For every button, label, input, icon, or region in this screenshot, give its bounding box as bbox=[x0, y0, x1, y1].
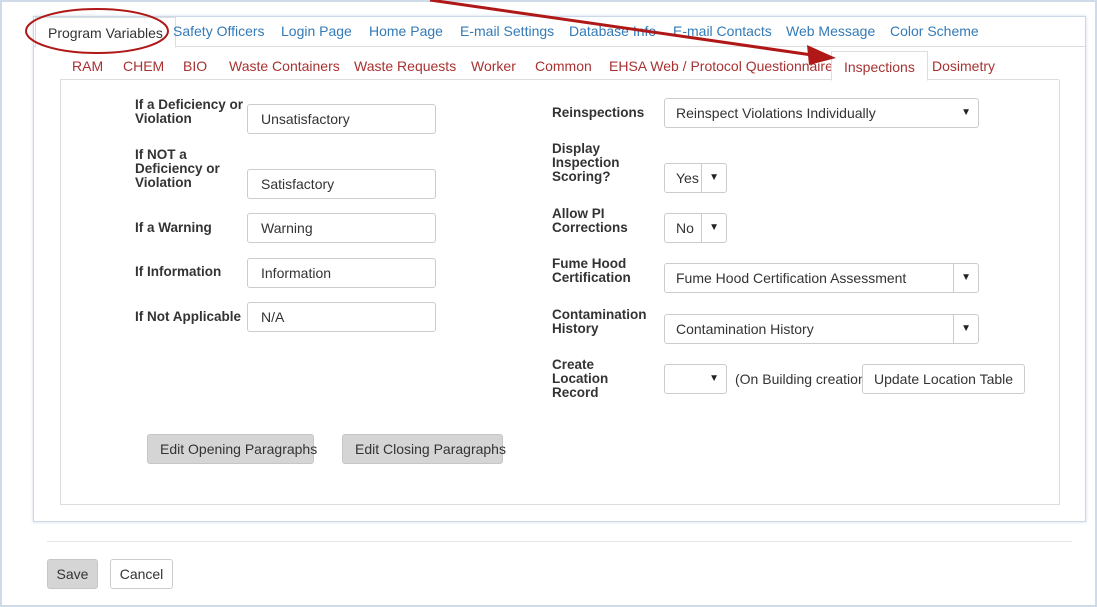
tab-safety-officers[interactable]: Safety Officers bbox=[173, 23, 265, 47]
label-not-deficiency: If NOT a Deficiency or Violation bbox=[135, 147, 220, 190]
fume-hood-select[interactable]: Fume Hood Certification Assessment ▼ bbox=[664, 263, 979, 293]
save-button[interactable]: Save bbox=[47, 559, 98, 589]
tab-web-message[interactable]: Web Message bbox=[786, 23, 875, 47]
warning-input[interactable]: Warning bbox=[247, 213, 436, 243]
label-fume-hood: Fume Hood Certification bbox=[552, 256, 631, 285]
chevron-down-icon: ▼ bbox=[961, 107, 971, 118]
label-contamination: Contamination History bbox=[552, 307, 647, 336]
settings-panel: Program Variables Safety Officers Login … bbox=[33, 16, 1086, 522]
subtab-worker[interactable]: Worker bbox=[471, 58, 516, 74]
contamination-value: Contamination History bbox=[676, 321, 814, 337]
subtab-waste-requests[interactable]: Waste Requests bbox=[354, 58, 456, 74]
chevron-down-icon: ▼ bbox=[709, 373, 719, 384]
display-scoring-select[interactable]: Yes ▼ bbox=[664, 163, 727, 193]
allow-pi-value: No bbox=[676, 220, 694, 236]
label-create-location: Create Location Record bbox=[552, 357, 609, 400]
select-divider bbox=[953, 315, 954, 343]
subtab-common[interactable]: Common bbox=[535, 58, 592, 74]
subtab-inspections[interactable]: Inspections bbox=[831, 51, 928, 81]
reinspections-value: Reinspect Violations Individually bbox=[676, 105, 876, 121]
update-location-table-button[interactable]: Update Location Table bbox=[862, 364, 1026, 394]
label-not-applicable: If Not Applicable bbox=[135, 309, 242, 324]
top-tab-bar: Program Variables Safety Officers Login … bbox=[34, 17, 1085, 48]
select-divider bbox=[701, 164, 702, 192]
label-deficiency: If a Deficiency or Violation bbox=[135, 97, 244, 126]
subtab-chem[interactable]: CHEM bbox=[123, 58, 164, 74]
subtab-dosimetry[interactable]: Dosimetry bbox=[932, 58, 995, 74]
allow-pi-select[interactable]: No ▼ bbox=[664, 213, 727, 243]
not-applicable-input[interactable]: N/A bbox=[247, 302, 436, 332]
chevron-down-icon: ▼ bbox=[961, 323, 971, 334]
sub-tab-bar: RAM CHEM BIO Waste Containers Waste Requ… bbox=[60, 51, 1059, 81]
display-scoring-value: Yes bbox=[676, 170, 699, 186]
chevron-down-icon: ▼ bbox=[961, 272, 971, 283]
building-creation-note: (On Building creation) bbox=[735, 371, 871, 387]
edit-closing-paragraphs-button[interactable]: Edit Closing Paragraphs bbox=[342, 434, 506, 464]
reinspections-select[interactable]: Reinspect Violations Individually ▼ bbox=[664, 98, 979, 128]
tab-home-page[interactable]: Home Page bbox=[369, 23, 443, 47]
chevron-down-icon: ▼ bbox=[709, 222, 719, 233]
tab-email-settings[interactable]: E-mail Settings bbox=[460, 23, 554, 47]
subtab-ehsa-web[interactable]: EHSA Web / Protocol Questionnaires bbox=[609, 58, 840, 74]
cancel-button[interactable]: Cancel bbox=[110, 559, 173, 589]
tab-program-variables[interactable]: Program Variables bbox=[35, 17, 176, 48]
edit-opening-paragraphs-button[interactable]: Edit Opening Paragraphs bbox=[147, 434, 317, 464]
chevron-down-icon: ▼ bbox=[709, 172, 719, 183]
subtab-bio[interactable]: BIO bbox=[183, 58, 207, 74]
select-divider bbox=[953, 264, 954, 292]
contamination-select[interactable]: Contamination History ▼ bbox=[664, 314, 979, 344]
select-divider bbox=[701, 214, 702, 242]
footer-divider bbox=[47, 541, 1072, 542]
label-allow-pi: Allow PI Corrections bbox=[552, 206, 628, 235]
label-warning: If a Warning bbox=[135, 220, 212, 235]
not-deficiency-input[interactable]: Satisfactory bbox=[247, 169, 436, 199]
deficiency-input[interactable]: Unsatisfactory bbox=[247, 104, 436, 134]
label-reinspections: Reinspections bbox=[552, 105, 645, 120]
subtab-waste-containers[interactable]: Waste Containers bbox=[229, 58, 340, 74]
subtab-ram[interactable]: RAM bbox=[72, 58, 103, 74]
create-location-select[interactable]: ▼ bbox=[664, 364, 727, 394]
label-display-scoring: Display Inspection Scoring? bbox=[552, 141, 620, 184]
fume-hood-value: Fume Hood Certification Assessment bbox=[676, 270, 907, 286]
tab-email-contacts[interactable]: E-mail Contacts bbox=[673, 23, 772, 47]
tab-database-info[interactable]: Database Info bbox=[569, 23, 656, 47]
label-information: If Information bbox=[135, 264, 222, 279]
tab-color-scheme[interactable]: Color Scheme bbox=[890, 23, 979, 47]
information-input[interactable]: Information bbox=[247, 258, 436, 288]
tab-login-page[interactable]: Login Page bbox=[281, 23, 352, 47]
